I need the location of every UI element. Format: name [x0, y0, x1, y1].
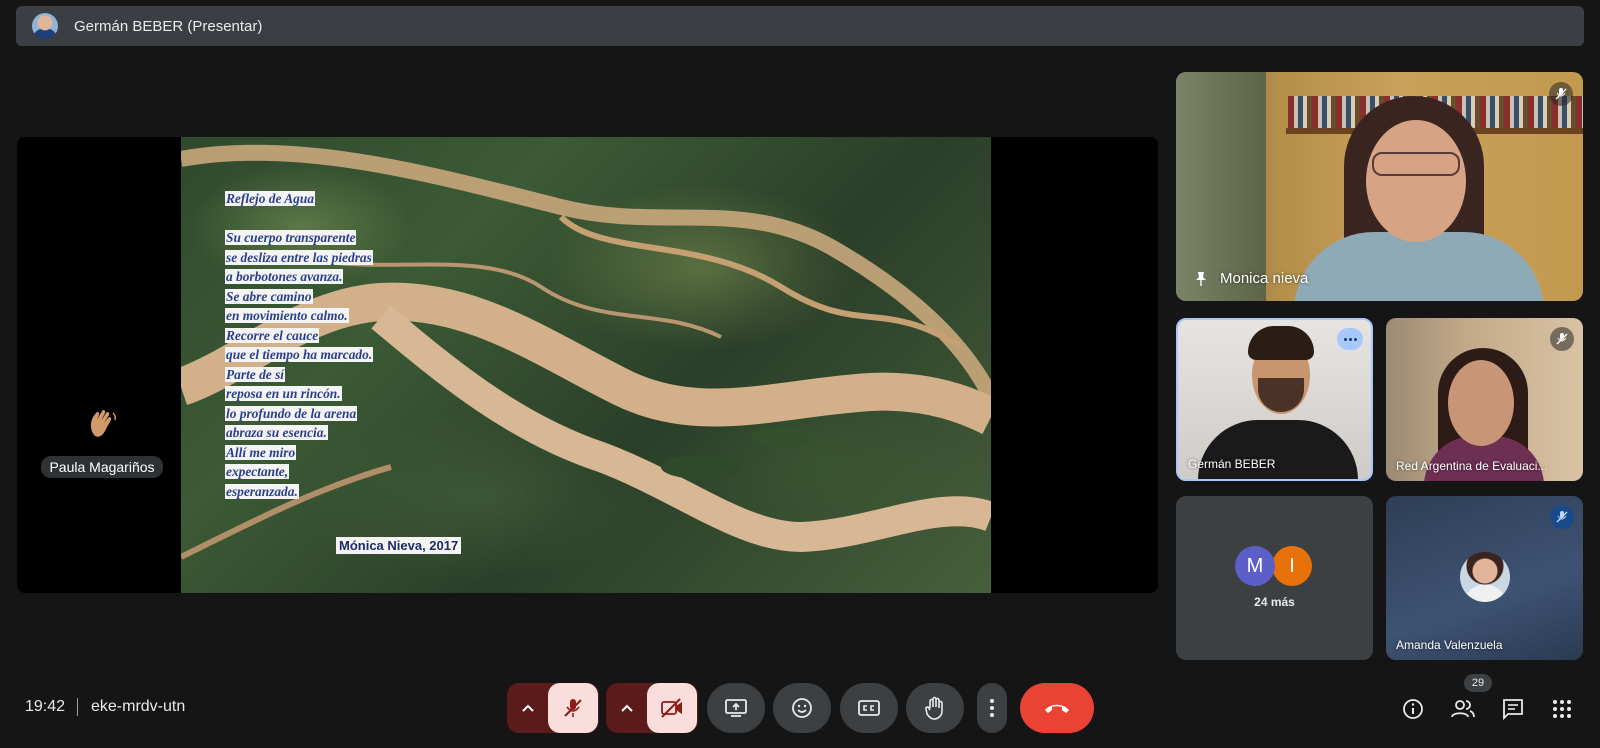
slide-image: Reflejo de Agua Su cuerpo transparente s… — [181, 137, 991, 593]
participant-tile-monica[interactable]: Monica nieva — [1176, 72, 1583, 301]
poem-line: Parte de sí — [225, 366, 286, 382]
participant-body — [1294, 232, 1544, 301]
microphone-control — [507, 683, 599, 733]
chat-button[interactable] — [1500, 696, 1526, 722]
people-button[interactable] — [1450, 696, 1476, 722]
present-screen-button[interactable] — [707, 683, 765, 733]
video-off-icon — [661, 698, 682, 718]
poem-line: expectante, — [225, 464, 290, 479]
poem-line: Su cuerpo transparente — [225, 230, 357, 245]
more-participants-tile[interactable]: M I 24 más — [1176, 496, 1373, 660]
mic-off-icon — [1550, 505, 1574, 529]
participant-name: Amanda Valenzuela — [1396, 638, 1503, 652]
participant-name: Germán BEBER — [1188, 457, 1276, 471]
captions-icon — [858, 700, 880, 716]
presenter-title: Germán BEBER (Presentar) — [74, 17, 263, 35]
participant-face — [1448, 360, 1514, 446]
poem-line: Allí me miro — [225, 444, 297, 460]
poem-author: Mónica Nieva, 2017 — [336, 537, 462, 554]
reactions-button[interactable] — [773, 683, 831, 733]
presentation-stage: Paula Magariños Reflejo de Agua Su cuerp… — [17, 137, 1158, 593]
video-options-button[interactable] — [607, 683, 647, 733]
participant-hair — [1248, 326, 1314, 360]
raised-hand-name: Paula Magariños — [41, 456, 163, 478]
more-participants-label: 24 más — [1254, 595, 1295, 609]
raised-hand-indicator: Paula Magariños — [37, 405, 167, 478]
poem-line: esperanzada. — [225, 483, 299, 499]
leave-call-button[interactable] — [1020, 683, 1094, 733]
more-options-button[interactable] — [977, 683, 1007, 733]
background-door — [1176, 72, 1266, 301]
emoji-icon — [792, 698, 812, 718]
mic-off-icon — [564, 699, 582, 717]
chevron-up-icon — [522, 704, 534, 712]
poem-line: abraza su esencia. — [225, 425, 328, 440]
poem-text: Reflejo de Agua Su cuerpo transparente s… — [225, 189, 374, 501]
activities-button[interactable] — [1549, 696, 1575, 722]
participant-name: Monica nieva — [1220, 270, 1309, 287]
poem-line: en movimiento calmo. — [225, 308, 349, 323]
poem-line: Se abre camino — [225, 288, 313, 304]
participants-count-badge: 29 — [1464, 674, 1492, 692]
poem-title: Reflejo de Agua — [225, 191, 316, 206]
pin-icon — [1196, 272, 1206, 286]
mic-off-icon — [1549, 82, 1573, 106]
participant-face — [1366, 120, 1466, 242]
mic-off-icon — [1550, 327, 1574, 351]
participant-initial-avatar: I — [1272, 546, 1312, 586]
participant-tile-german[interactable]: Germán BEBER — [1176, 318, 1373, 481]
participant-name: Red Argentina de Evaluaci... — [1396, 459, 1548, 473]
present-screen-icon — [725, 699, 747, 717]
more-vert-icon — [990, 699, 994, 717]
audio-options-button[interactable] — [508, 683, 548, 733]
hangup-icon — [1045, 704, 1069, 713]
presenter-avatar — [32, 13, 58, 39]
captions-button[interactable] — [840, 683, 898, 733]
presenter-bar[interactable]: Germán BEBER (Presentar) — [16, 6, 1584, 46]
poem-line: que el tiempo ha marcado. — [225, 347, 374, 362]
chat-icon — [1503, 699, 1523, 720]
camera-control — [606, 683, 698, 733]
participant-initial-avatar: M — [1235, 546, 1275, 586]
people-icon — [1451, 700, 1475, 718]
hand-icon — [925, 696, 943, 720]
participant-tile-amanda[interactable]: Amanda Valenzuela — [1386, 496, 1583, 660]
mic-toggle-button[interactable] — [548, 683, 598, 733]
participant-tile-red-argentina[interactable]: Red Argentina de Evaluaci... — [1386, 318, 1583, 481]
poem-line: se desliza entre las piedras — [225, 249, 373, 265]
apps-grid-icon — [1553, 700, 1571, 718]
poem-line: lo profundo de la arena — [225, 405, 358, 421]
poem-line: a borbotones avanza. — [225, 269, 344, 284]
camera-toggle-button[interactable] — [647, 683, 697, 733]
participant-body — [1198, 420, 1358, 479]
poem-line: reposa en un rincón. — [225, 386, 342, 401]
divider — [77, 698, 78, 716]
info-icon — [1403, 699, 1423, 719]
participant-glasses — [1372, 152, 1460, 176]
poem-line: Recorre el cauce — [225, 327, 320, 343]
meeting-code: eke-mrdv-utn — [91, 698, 186, 715]
chevron-up-icon — [621, 704, 633, 712]
more-options-icon[interactable] — [1337, 328, 1363, 350]
meeting-time: 19:42 — [25, 698, 66, 715]
meeting-details-button[interactable] — [1400, 696, 1426, 722]
waving-hand-icon — [90, 409, 116, 437]
participant-avatar — [1460, 552, 1510, 602]
raise-hand-button[interactable] — [906, 683, 964, 733]
